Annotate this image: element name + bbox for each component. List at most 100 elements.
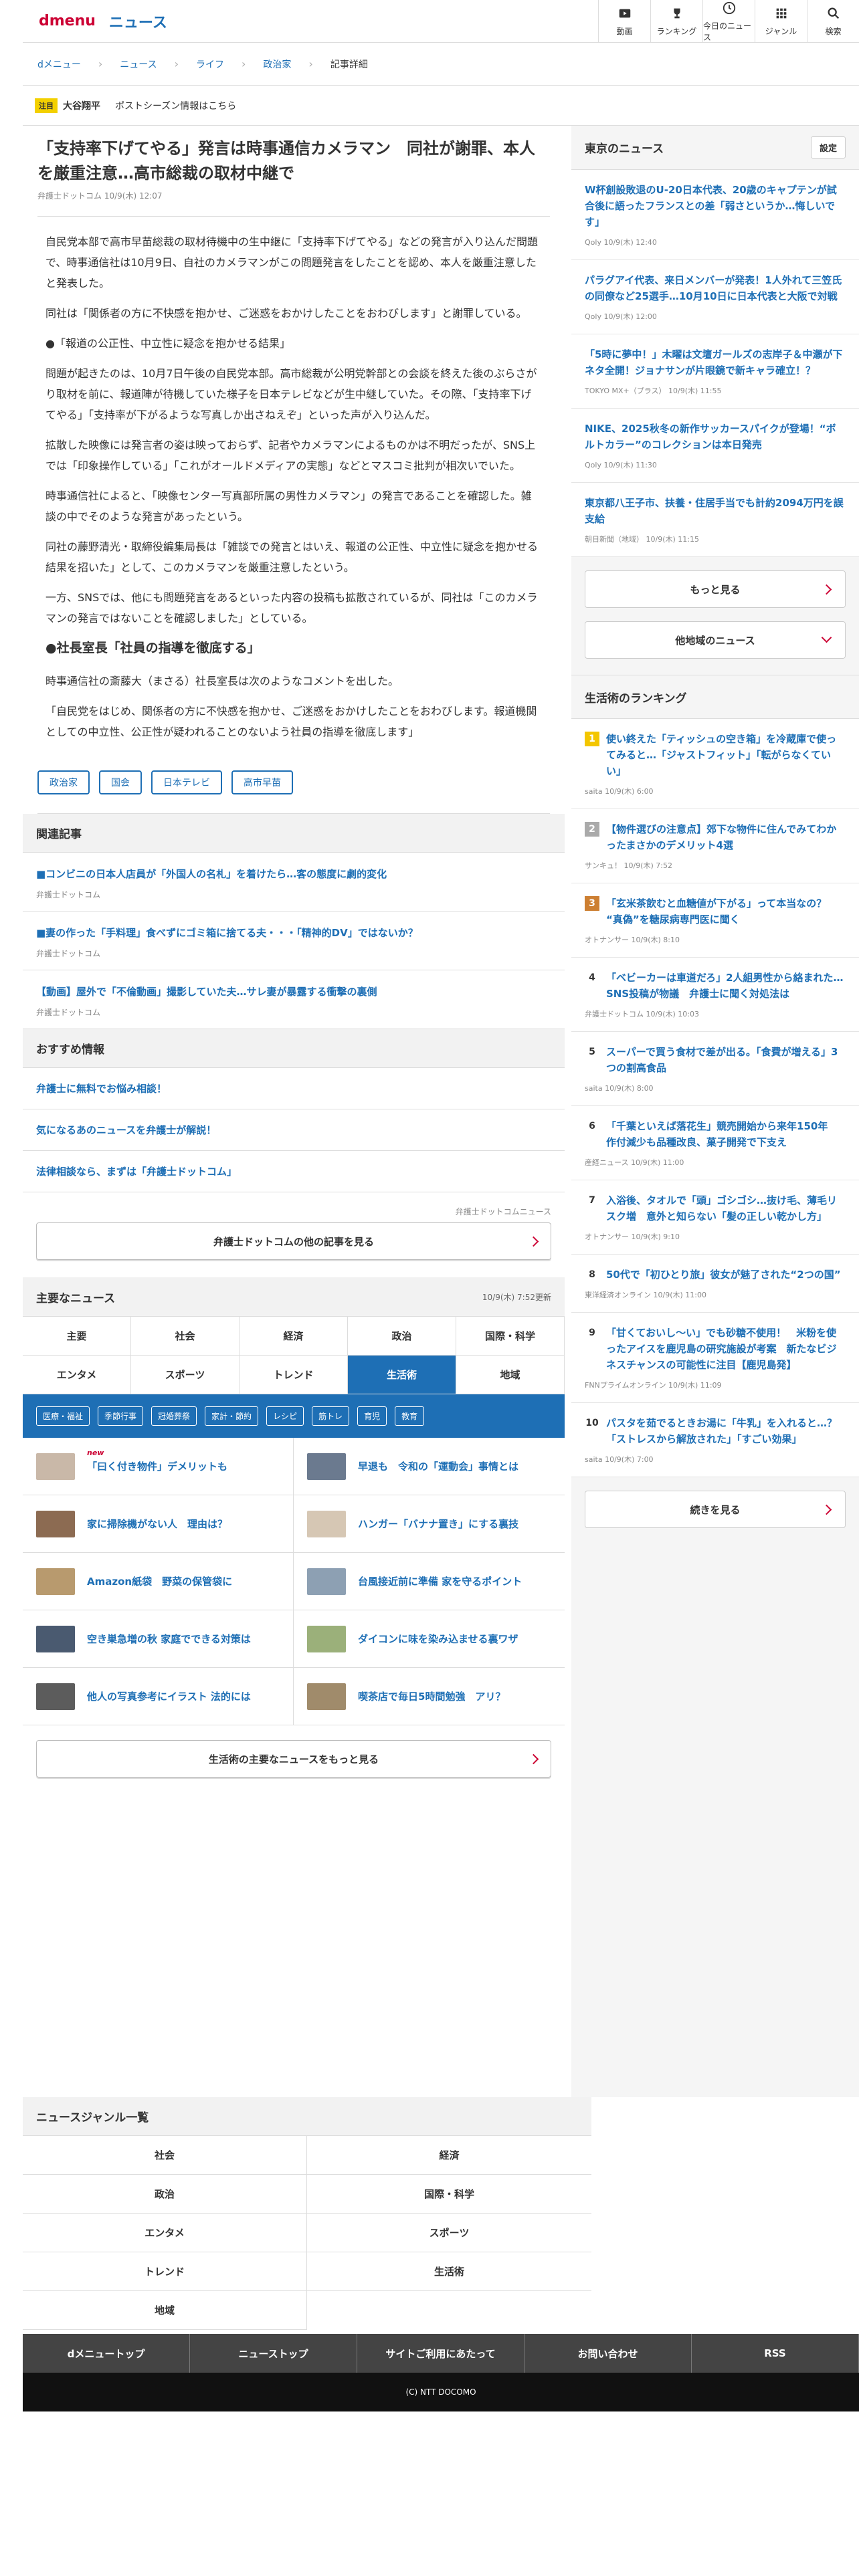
local-news-title[interactable]: 「5時に夢中！」木曜は文壇ガールズの志岸子＆中瀬が下ネタ全開！ジョナサンが片眼鏡…: [585, 346, 846, 379]
genre-link[interactable]: 地域: [23, 2291, 307, 2330]
local-news-item[interactable]: W杯創設敗退のU-20日本代表、20歳のキャプテンが試合後に語ったフランスとの差…: [571, 170, 859, 260]
major-news-title[interactable]: 家に掃除機がない人 理由は？: [87, 1518, 227, 1530]
major-news-item[interactable]: 台風接近前に準備 家を守るポイント: [294, 1553, 565, 1610]
subgenre-tab[interactable]: 季節行事: [98, 1406, 144, 1426]
ranking-title[interactable]: スーパーで買う食材で差が出る。「食費が増える」3つの割高食品: [606, 1044, 846, 1076]
ranking-item[interactable]: 5 スーパーで買う食材で差が出る。「食費が増える」3つの割高食品 saita 10/…: [571, 1032, 859, 1106]
related-title[interactable]: ■コンビニの日本人店員が「外国人の名札」を着けたら…客の態度に劇的変化: [36, 866, 551, 882]
genre-tab[interactable]: 国際・科学: [456, 1317, 565, 1356]
subgenre-tab[interactable]: 育児: [357, 1406, 387, 1426]
genre-link[interactable]: 国際・科学: [307, 2175, 591, 2214]
genre-link[interactable]: 経済: [307, 2136, 591, 2175]
ranking-title[interactable]: 「ベビーカーは車道だろ」2人組男性から絡まれた…SNS投稿が物議 弁護士に聞く対…: [606, 970, 846, 1002]
ranking-more-button[interactable]: 続きを見る: [585, 1491, 846, 1528]
genre-tab[interactable]: エンタメ: [23, 1356, 131, 1394]
genre-tab[interactable]: 主要: [23, 1317, 131, 1356]
ranking-title[interactable]: 使い終えた「ティッシュの空き箱」を冷蔵庫で使ってみると…「ジャストフィット」「転…: [606, 731, 846, 779]
major-news-item[interactable]: ダイコンに味を染み込ませる裏ワザ: [294, 1610, 565, 1668]
genre-tab[interactable]: 社会: [131, 1317, 240, 1356]
ranking-title[interactable]: 「千葉といえば落花生」競売開始から来年150年 作付減少も品種改良、菓子開発で下…: [606, 1118, 846, 1150]
footer-link[interactable]: サイトご利用にあたって: [357, 2334, 524, 2373]
local-news-title[interactable]: NIKE、2025秋冬の新作サッカースパイクが登場！“ボルトカラー”のコレクショ…: [585, 421, 846, 453]
genre-tab[interactable]: トレンド: [240, 1356, 348, 1394]
tag-link[interactable]: 高市早苗: [231, 770, 293, 794]
subgenre-tab[interactable]: 冠婚葬祭: [151, 1406, 197, 1426]
notice-text[interactable]: ポストシーズン情報はこちら: [115, 99, 236, 112]
genre-tab[interactable]: 政治: [348, 1317, 456, 1356]
header-nav-clock[interactable]: 今日のニュース: [702, 0, 755, 43]
major-news-title[interactable]: 喫茶店で毎日5時間勉強 アリ？: [358, 1691, 505, 1703]
major-news-title[interactable]: 「曰く付き物件」デメリットも: [87, 1461, 227, 1473]
related-title[interactable]: ■妻の作った「手料理」食べずにゴミ箱に捨てる夫・・・「精神的DV」ではないか？: [36, 925, 551, 941]
ranking-item[interactable]: 8 50代で「初ひとり旅」彼女が魅了された“2つの国” 東洋経済オンライン 10/9…: [571, 1255, 859, 1313]
ranking-title[interactable]: 「玄米茶飲むと血糖値が下がる」って本当なの？ “真偽”を糖尿病専門医に聞く: [606, 895, 846, 928]
provider-more-button[interactable]: 弁護士ドットコムの他の記事を見る: [36, 1222, 551, 1260]
local-news-title[interactable]: W杯創設敗退のU-20日本代表、20歳のキャプテンが試合後に語ったフランスとの差…: [585, 182, 846, 230]
ranking-item[interactable]: 10 パスタを茹でるときお湯に「牛乳」を入れると…？「ストレスから解放された」「す…: [571, 1403, 859, 1477]
genre-tab[interactable]: 地域: [456, 1356, 565, 1394]
ranking-item[interactable]: 2 【物件選びの注意点】郊下な物件に住んでみてわかったまさかのデメリット4選 サンキ…: [571, 809, 859, 883]
major-news-item[interactable]: 家に掃除機がない人 理由は？: [23, 1495, 294, 1553]
notice-bar[interactable]: 注目 大谷翔平 ポストシーズン情報はこちら: [23, 86, 859, 126]
recommend-link[interactable]: 法律相談なら、まずは「弁護士ドットコム」: [23, 1151, 565, 1192]
local-news-item[interactable]: NIKE、2025秋冬の新作サッカースパイクが登場！“ボルトカラー”のコレクショ…: [571, 409, 859, 483]
related-item[interactable]: ■妻の作った「手料理」食べずにゴミ箱に捨てる夫・・・「精神的DV」ではないか？ 弁…: [23, 911, 565, 970]
recommend-link[interactable]: 気になるあのニュースを弁護士が解説！: [23, 1109, 565, 1151]
subgenre-tab[interactable]: 筋トレ: [312, 1406, 350, 1426]
dmenu-logo[interactable]: dmenu: [39, 13, 96, 29]
major-news-title[interactable]: ダイコンに味を染み込ませる裏ワザ: [358, 1633, 518, 1645]
major-news-title[interactable]: 早退も 令和の「運動会」事情とは: [358, 1461, 518, 1473]
breadcrumb-item[interactable]: ライフ: [196, 58, 224, 71]
local-news-item[interactable]: 東京都八王子市、扶養・住居手当でも計約2094万円を誤支給 朝日新聞（地域） 10…: [571, 483, 859, 557]
tag-link[interactable]: 国会: [99, 770, 142, 794]
footer-link[interactable]: お問い合わせ: [524, 2334, 692, 2373]
header-nav-search[interactable]: 検索: [807, 0, 859, 43]
news-logo[interactable]: ニュース: [109, 11, 167, 32]
major-news-title[interactable]: 空き巣急増の秋 家庭でできる対策は: [87, 1633, 251, 1645]
major-news-item[interactable]: new 「曰く付き物件」デメリットも: [23, 1438, 294, 1495]
ranking-item[interactable]: 7 入浴後、タオルで「頭」ゴシゴシ…抜け毛、薄毛リスク増 意外と知らない「髪の正し…: [571, 1180, 859, 1255]
breadcrumb-item[interactable]: ニュース: [120, 58, 157, 71]
genre-tab[interactable]: 経済: [240, 1317, 348, 1356]
major-news-title[interactable]: 台風接近前に準備 家を守るポイント: [358, 1576, 522, 1588]
genre-tab[interactable]: 生活術: [348, 1356, 456, 1394]
breadcrumb-item[interactable]: dメニュー: [37, 58, 81, 71]
related-title[interactable]: 【動画】屋外で「不倫動画」撮影していた夫…サレ妻が暴露する衝撃の裏側: [36, 984, 551, 1000]
ranking-item[interactable]: 4 「ベビーカーは車道だろ」2人組男性から絡まれた…SNS投稿が物議 弁護士に聞く…: [571, 958, 859, 1032]
major-news-item[interactable]: 他人の写真参考にイラスト 法的には: [23, 1668, 294, 1725]
major-news-title[interactable]: Amazon紙袋 野菜の保管袋に: [87, 1576, 232, 1588]
header-nav-trophy[interactable]: ランキング: [650, 0, 702, 43]
header-nav-grid[interactable]: ジャンル: [755, 0, 807, 43]
ranking-item[interactable]: 1 使い終えた「ティッシュの空き箱」を冷蔵庫で使ってみると…「ジャストフィット」「…: [571, 719, 859, 809]
ranking-title[interactable]: パスタを茹でるときお湯に「牛乳」を入れると…？「ストレスから解放された」「すごい…: [606, 1415, 846, 1447]
header-nav-video[interactable]: 動画: [598, 0, 650, 43]
genre-link[interactable]: エンタメ: [23, 2214, 307, 2252]
notice-name[interactable]: 大谷翔平: [63, 99, 100, 112]
logo[interactable]: dmenu ニュース: [39, 11, 167, 32]
local-news-title[interactable]: パラグアイ代表、来日メンバーが発表！1人外れて三笠氏の同僚など25選手…10月1…: [585, 272, 846, 304]
tag-link[interactable]: 政治家: [37, 770, 90, 794]
ranking-title[interactable]: 入浴後、タオルで「頭」ゴシゴシ…抜け毛、薄毛リスク増 意外と知らない「髪の正しい…: [606, 1192, 846, 1224]
subgenre-tab[interactable]: 家計・節約: [205, 1406, 259, 1426]
major-news-item[interactable]: 空き巣急増の秋 家庭でできる対策は: [23, 1610, 294, 1668]
genre-tab[interactable]: スポーツ: [131, 1356, 240, 1394]
genre-link[interactable]: トレンド: [23, 2252, 307, 2291]
breadcrumb-item[interactable]: 政治家: [263, 58, 291, 71]
ranking-title[interactable]: 【物件選びの注意点】郊下な物件に住んでみてわかったまさかのデメリット4選: [606, 821, 846, 853]
genre-link[interactable]: 政治: [23, 2175, 307, 2214]
footer-link[interactable]: RSS: [692, 2334, 859, 2373]
major-news-item[interactable]: ハンガー「バナナ置き」にする裏技: [294, 1495, 565, 1553]
other-region-dropdown[interactable]: 他地域のニュース: [585, 621, 846, 659]
footer-link[interactable]: ニューストップ: [190, 2334, 357, 2373]
major-more-button[interactable]: 生活術の主要なニュースをもっと見る: [36, 1740, 551, 1778]
ranking-title[interactable]: 50代で「初ひとり旅」彼女が魅了された“2つの国”: [606, 1267, 841, 1283]
major-news-title[interactable]: ハンガー「バナナ置き」にする裏技: [358, 1518, 518, 1530]
local-news-title[interactable]: 東京都八王子市、扶養・住居手当でも計約2094万円を誤支給: [585, 495, 846, 527]
settings-button[interactable]: 設定: [810, 136, 846, 158]
related-item[interactable]: 【動画】屋外で「不倫動画」撮影していた夫…サレ妻が暴露する衝撃の裏側 弁護士ドット…: [23, 970, 565, 1029]
genre-link[interactable]: 社会: [23, 2136, 307, 2175]
genre-link[interactable]: スポーツ: [307, 2214, 591, 2252]
ranking-item[interactable]: 9 「甘くておいし〜い」でも砂糖不使用！ 米粉を使ったアイスを鹿児島の研究施設が考…: [571, 1313, 859, 1403]
ranking-item[interactable]: 3 「玄米茶飲むと血糖値が下がる」って本当なの？ “真偽”を糖尿病専門医に聞く オト…: [571, 883, 859, 958]
genre-link[interactable]: 生活術: [307, 2252, 591, 2291]
